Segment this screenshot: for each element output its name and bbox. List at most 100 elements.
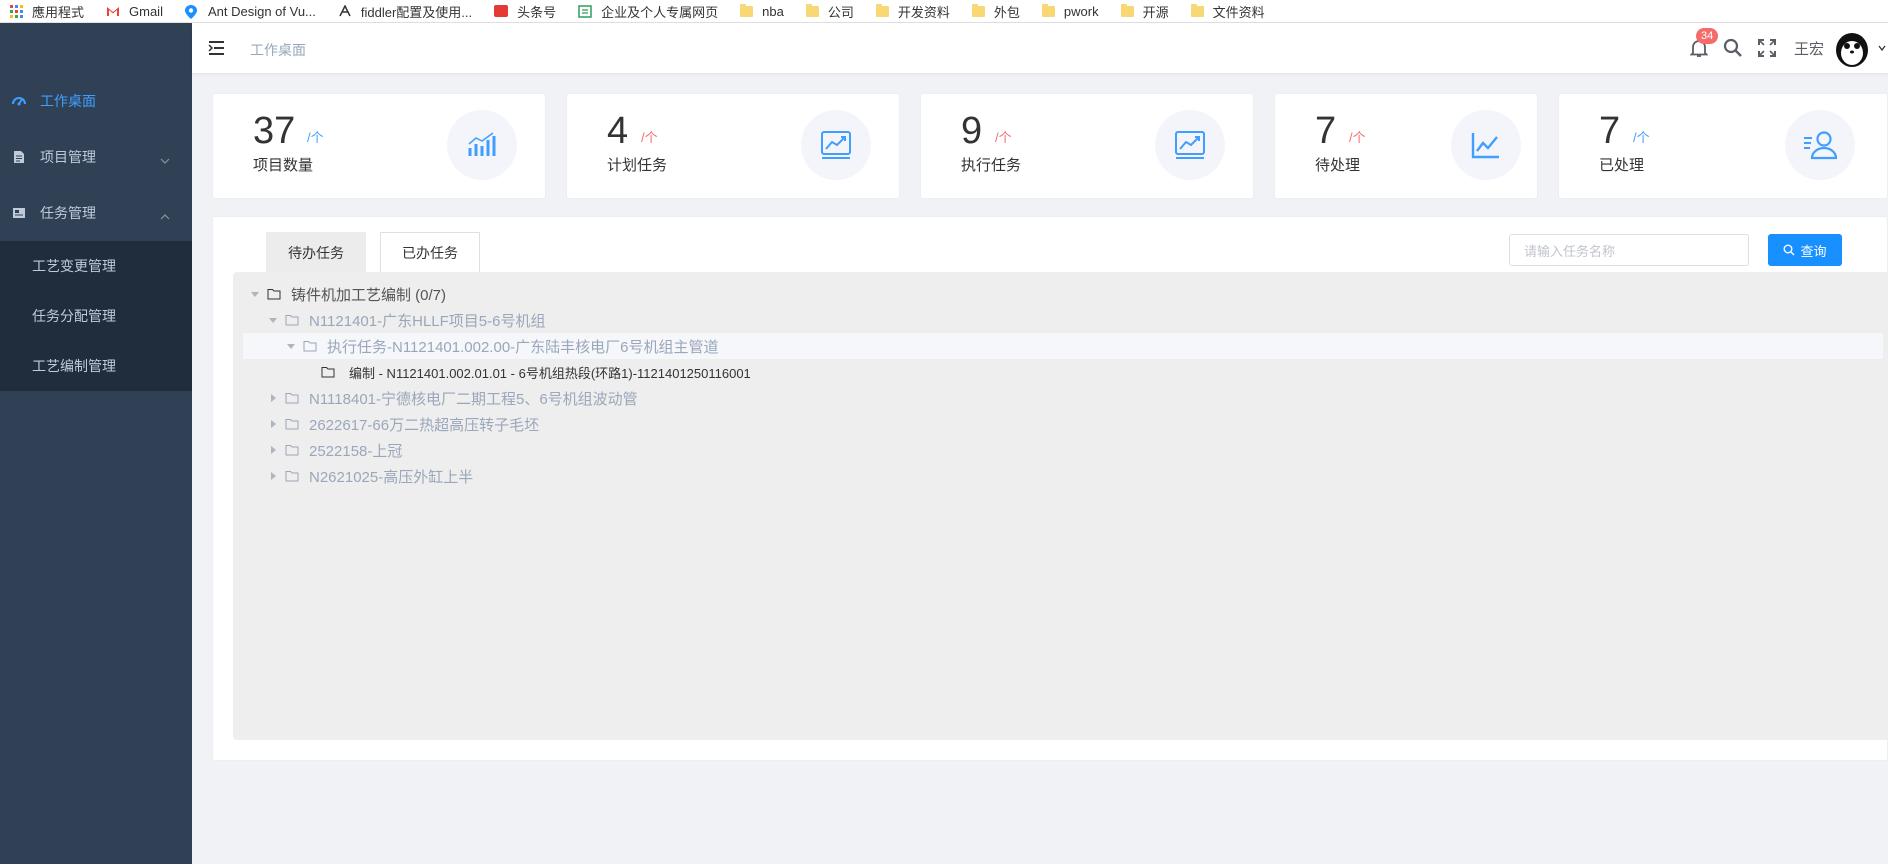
tree-node-project[interactable]: N2621025-高压外缸上半 [267,463,473,489]
bookmark-folder-nba[interactable]: nba [740,3,784,19]
stat-label: 待处理 [1315,157,1361,174]
tree-node-label: 编制 - N1121401.002.01.01 - 6号机组热段(环路1)-11… [349,365,751,381]
tree-node-project[interactable]: 2522158-上冠 [267,437,402,463]
stat-card-projects[interactable]: 37 /个 项目数量 [212,93,546,199]
caret-down-icon[interactable] [249,291,261,297]
ant-design-icon [184,5,199,19]
bookmark-label: 开发资料 [897,4,950,20]
sidebar-item-projects[interactable]: 项目管理 [0,129,192,185]
sidebar-item-tasks[interactable]: 任务管理 [0,185,192,241]
bookmark-folder-company[interactable]: 公司 [805,2,854,21]
tree-node-leaf[interactable]: 编制 - N1121401.002.01.01 - 6号机组热段(环路1)-11… [321,359,751,385]
chevron-down-icon[interactable] [1878,45,1886,51]
bookmark-ant-design[interactable]: Ant Design of Vu... [184,3,316,19]
apps-icon [10,4,23,18]
submenu-item-task-assign[interactable]: 任务分配管理 [0,291,192,341]
caret-down-icon[interactable] [267,317,279,323]
bookmark-label: Ant Design of Vu... [207,3,316,19]
tree-node-label: N1121401-广东HLLF项目5-6号机组 [309,312,546,330]
folder-icon [321,366,335,378]
bookmark-label: 头条号 [517,4,557,20]
tree-node-label: 2622617-66万二热超高压转子毛坯 [309,416,540,434]
folder-icon [1190,3,1204,17]
bookmark-apps[interactable]: 應用程式 [10,2,84,21]
enterprise-icon [578,5,592,18]
fullscreen-icon[interactable] [1756,37,1778,59]
stat-label: 项目数量 [253,157,314,174]
fiddler-icon [338,4,352,17]
task-icon [12,206,26,220]
search-input[interactable]: 请输入任务名称 [1509,234,1749,266]
stat-unit: /个 [995,130,1012,145]
sidebar-item-label: 工作桌面 [40,93,96,109]
task-panel: 待办任务 已办任务 请输入任务名称 查询 铸件机加工艺编制 (0/7) N112… [212,216,1888,761]
breadcrumb[interactable]: 工作桌面 [250,40,306,60]
folder-icon [1120,3,1134,17]
search-icon [1783,244,1795,256]
search-icon[interactable] [1722,37,1744,59]
tree-node-label: 执行任务-N1121401.002.00-广东陆丰核电厂6号机组主管道 [327,338,719,356]
stat-value: 4 [607,110,629,152]
stat-value: 7 [1315,110,1337,152]
tree-node-project[interactable]: 2622617-66万二热超高压转子毛坯 [267,411,539,437]
bookmark-folder-opensource[interactable]: 开源 [1120,2,1169,21]
bookmark-folder-outsource[interactable]: 外包 [971,2,1020,21]
sidebar: 工作桌面 项目管理 任务管理 工艺变更管理 任务分配管理 工艺编制管理 [0,23,192,864]
toutiao-icon [494,5,509,17]
stat-card-processed[interactable]: 7 /个 已处理 [1558,93,1888,199]
stat-label: 执行任务 [961,157,1022,174]
document-icon [12,150,26,164]
folder-icon [805,3,819,17]
tab-done[interactable]: 已办任务 [380,232,480,273]
bookmark-toutiao[interactable]: 头条号 [494,2,556,21]
submenu-item-process-edit[interactable]: 工艺编制管理 [0,341,192,391]
stat-unit: /个 [641,130,658,145]
bookmark-folder-dev[interactable]: 开发资料 [875,2,950,21]
caret-down-icon[interactable] [285,343,297,349]
stat-unit: /个 [307,130,324,145]
line-chart-icon [1451,110,1521,180]
stat-card-executing-tasks[interactable]: 9 /个 执行任务 [920,93,1254,199]
tree-node-project[interactable]: N1121401-广东HLLF项目5-6号机组 [267,307,545,333]
notification-badge: 34 [1695,28,1719,44]
stat-card-pending[interactable]: 7 /个 待处理 [1274,93,1538,199]
notification-bell-icon[interactable]: 34 [1688,28,1719,59]
tree-node-root[interactable]: 铸件机加工艺编制 (0/7) [249,281,446,307]
stat-card-planned-tasks[interactable]: 4 /个 计划任务 [566,93,900,199]
bookmark-folder-docs[interactable]: 文件资料 [1190,2,1265,21]
submenu-item-process-change[interactable]: 工艺变更管理 [0,241,192,291]
caret-right-icon[interactable] [267,472,279,480]
bookmark-fiddler[interactable]: fiddler配置及使用... [338,2,472,21]
caret-right-icon[interactable] [267,420,279,428]
stat-label: 计划任务 [607,157,668,174]
search-button-label: 查询 [1800,243,1827,259]
user-list-icon [1785,110,1855,180]
bar-chart-icon [447,110,517,180]
bookmark-enterprise[interactable]: 企业及个人专属网页 [578,2,718,21]
caret-right-icon[interactable] [267,394,279,402]
sidebar-item-workbench[interactable]: 工作桌面 [0,73,192,129]
bookmark-label: 外包 [993,4,1020,20]
search-button[interactable]: 查询 [1768,234,1842,266]
folder-icon [740,3,754,17]
folder-icon [285,392,299,404]
navbar-right: 34 王宏 [1688,23,1888,73]
tree-node-project[interactable]: N1118401-宁德核电厂二期工程5、6号机组波动管 [267,385,638,411]
username[interactable]: 王宏 [1794,38,1824,59]
bookmark-label: Gmail [129,3,163,19]
tree-node-label: 2522158-上冠 [309,442,403,460]
caret-right-icon[interactable] [267,446,279,454]
bookmark-folder-pwork[interactable]: pwork [1041,3,1099,19]
avatar[interactable] [1832,28,1872,68]
bookmark-gmail[interactable]: Gmail [106,4,163,19]
hamburger-icon[interactable] [208,40,226,56]
tab-todo[interactable]: 待办任务 [266,232,366,273]
bookmark-label: 應用程式 [32,4,85,20]
bookmark-label: 开源 [1142,4,1169,20]
sidebar-item-label: 项目管理 [40,149,96,165]
folder-icon [303,340,317,352]
chevron-down-icon [160,151,170,167]
tree-node-task[interactable]: 执行任务-N1121401.002.00-广东陆丰核电厂6号机组主管道 [243,333,1883,359]
folder-icon [285,314,299,326]
folder-icon [285,444,299,456]
